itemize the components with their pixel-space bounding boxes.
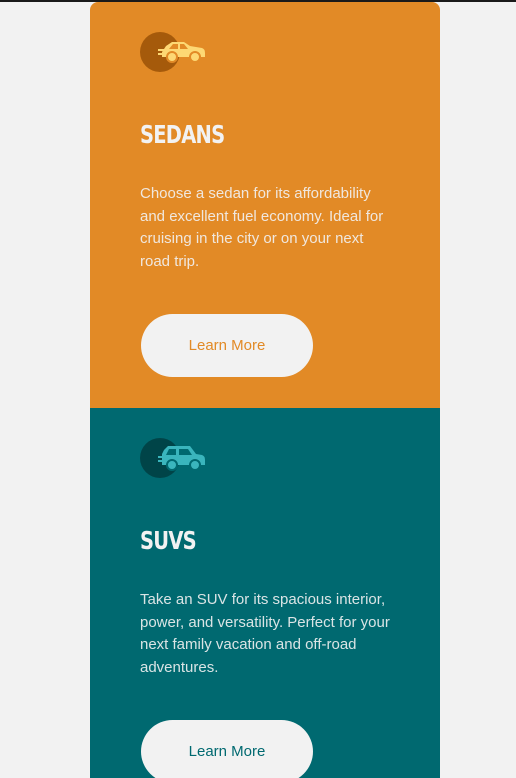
suvs-description: Take an SUV for its spacious interior, p… — [140, 591, 390, 676]
car-category-cards: SEDANS Choose a sedan for its affordabil… — [90, 2, 440, 778]
sedans-title: SEDANS — [140, 120, 225, 149]
suvs-title: SUVS — [140, 526, 197, 555]
sedans-card: SEDANS Choose a sedan for its affordabil… — [90, 2, 440, 408]
sedans-learn-more-button[interactable]: Learn More — [141, 314, 313, 377]
suvs-card: SUVS Take an SUV for its spacious interi… — [90, 408, 440, 778]
suvs-learn-more-button[interactable]: Learn More — [141, 720, 313, 778]
sedans-description: Choose a sedan for its affordability and… — [140, 185, 384, 270]
suv-car-icon — [140, 438, 210, 478]
sedan-car-icon — [140, 32, 210, 72]
